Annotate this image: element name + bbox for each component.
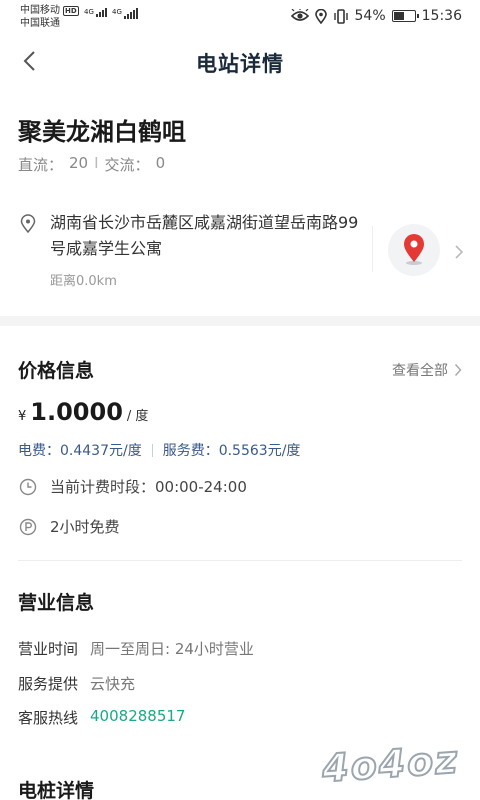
location-icon bbox=[314, 8, 327, 24]
hours-value: 周一至周日: 24小时营业 bbox=[90, 640, 254, 658]
hotline-label: 客服热线 bbox=[18, 709, 79, 727]
hotline-number[interactable]: 4008288517 bbox=[90, 707, 185, 728]
watermark-logo: 4o4oz bbox=[320, 736, 462, 791]
network-type-1: 4G bbox=[84, 8, 94, 16]
view-all-link[interactable]: 查看全部 bbox=[392, 360, 462, 380]
price-section: 价格信息 查看全部 ¥ 1.0000 / 度 电费：0.4437元/度 服务费：… bbox=[0, 326, 480, 566]
network-type-2: 4G bbox=[112, 8, 122, 16]
carrier-2: 中国联通 bbox=[20, 18, 60, 29]
fee-separator bbox=[151, 443, 153, 457]
map-navigation-button[interactable] bbox=[388, 224, 440, 276]
location-pin-icon bbox=[20, 214, 36, 234]
chevron-right-icon[interactable] bbox=[454, 244, 464, 260]
divider bbox=[372, 226, 373, 272]
currency-symbol: ¥ bbox=[18, 409, 27, 424]
clock-icon bbox=[19, 478, 37, 495]
eye-icon bbox=[290, 9, 309, 21]
station-distance: 距离0.0km bbox=[50, 274, 117, 289]
clock: 15:36 bbox=[421, 8, 462, 24]
map-pin-icon bbox=[404, 234, 424, 265]
page-title: 电站详情 bbox=[196, 52, 284, 76]
business-hours-row: 营业时间 周一至周日: 24小时营业 bbox=[18, 638, 254, 659]
count-separator: I bbox=[94, 154, 99, 172]
dc-label: 直流： bbox=[18, 156, 64, 174]
section-gap bbox=[0, 316, 480, 326]
price-unit: / 度 bbox=[126, 409, 149, 424]
signal-icon: 4G bbox=[84, 8, 107, 17]
station-address: 湖南省长沙市岳麓区咸嘉湖街道望岳南路99号咸嘉学生公寓 bbox=[50, 213, 359, 258]
signal-icon: 4G bbox=[112, 8, 138, 19]
business-title: 营业信息 bbox=[18, 592, 95, 614]
parking-info: 2小时免费 bbox=[50, 518, 120, 536]
divider bbox=[18, 560, 462, 561]
provider-value: 云快充 bbox=[90, 675, 136, 693]
price-title: 价格信息 bbox=[18, 360, 95, 382]
dc-count: 20 bbox=[69, 154, 89, 172]
chevron-right-icon bbox=[454, 363, 462, 377]
provider-row: 服务提供 云快充 bbox=[18, 673, 135, 694]
status-bar: 中国移动 HD 中国联通 4G 4G 54% 15:36 bbox=[0, 0, 480, 36]
provider-label: 服务提供 bbox=[18, 675, 79, 693]
billing-period: 当前计费时段：00:00-24:00 bbox=[50, 478, 247, 496]
carrier-info: 中国移动 HD 中国联通 bbox=[20, 4, 79, 30]
hd-badge: HD bbox=[63, 5, 79, 16]
hotline-row: 客服热线 4008288517 bbox=[18, 707, 185, 728]
battery-icon bbox=[391, 10, 419, 22]
billing-period-row: 当前计费时段：00:00-24:00 bbox=[18, 476, 247, 497]
carrier-1: 中国移动 bbox=[20, 5, 60, 16]
vibrate-icon bbox=[333, 8, 348, 24]
battery-percent: 54% bbox=[354, 8, 386, 24]
ac-label: 交流： bbox=[104, 156, 150, 174]
parking-icon bbox=[19, 518, 37, 535]
nav-bar: 电站详情 bbox=[0, 36, 480, 86]
station-card: 聚美龙湘白鹤咀 直流： 20 I 交流： 0 湖南省长沙市岳麓区咸嘉湖街道望岳南… bbox=[0, 86, 480, 316]
ac-count: 0 bbox=[155, 154, 166, 172]
service-fee: 服务费：0.5563元/度 bbox=[162, 443, 301, 459]
piles-title: 电桩详情 bbox=[18, 780, 95, 800]
view-all-label: 查看全部 bbox=[392, 363, 448, 379]
parking-row: 2小时免费 bbox=[18, 516, 120, 537]
charger-counts: 直流： 20 I 交流： 0 bbox=[18, 154, 165, 175]
hours-label: 营业时间 bbox=[18, 640, 79, 658]
station-name: 聚美龙湘白鹤咀 bbox=[18, 118, 186, 146]
fee-breakdown: 电费：0.4437元/度 服务费：0.5563元/度 bbox=[18, 440, 300, 460]
status-right: 54% 15:36 bbox=[290, 8, 462, 24]
electricity-fee: 电费：0.4437元/度 bbox=[18, 443, 142, 459]
price-value: ¥ 1.0000 / 度 bbox=[18, 398, 148, 426]
price-amount: 1.0000 bbox=[30, 398, 123, 426]
